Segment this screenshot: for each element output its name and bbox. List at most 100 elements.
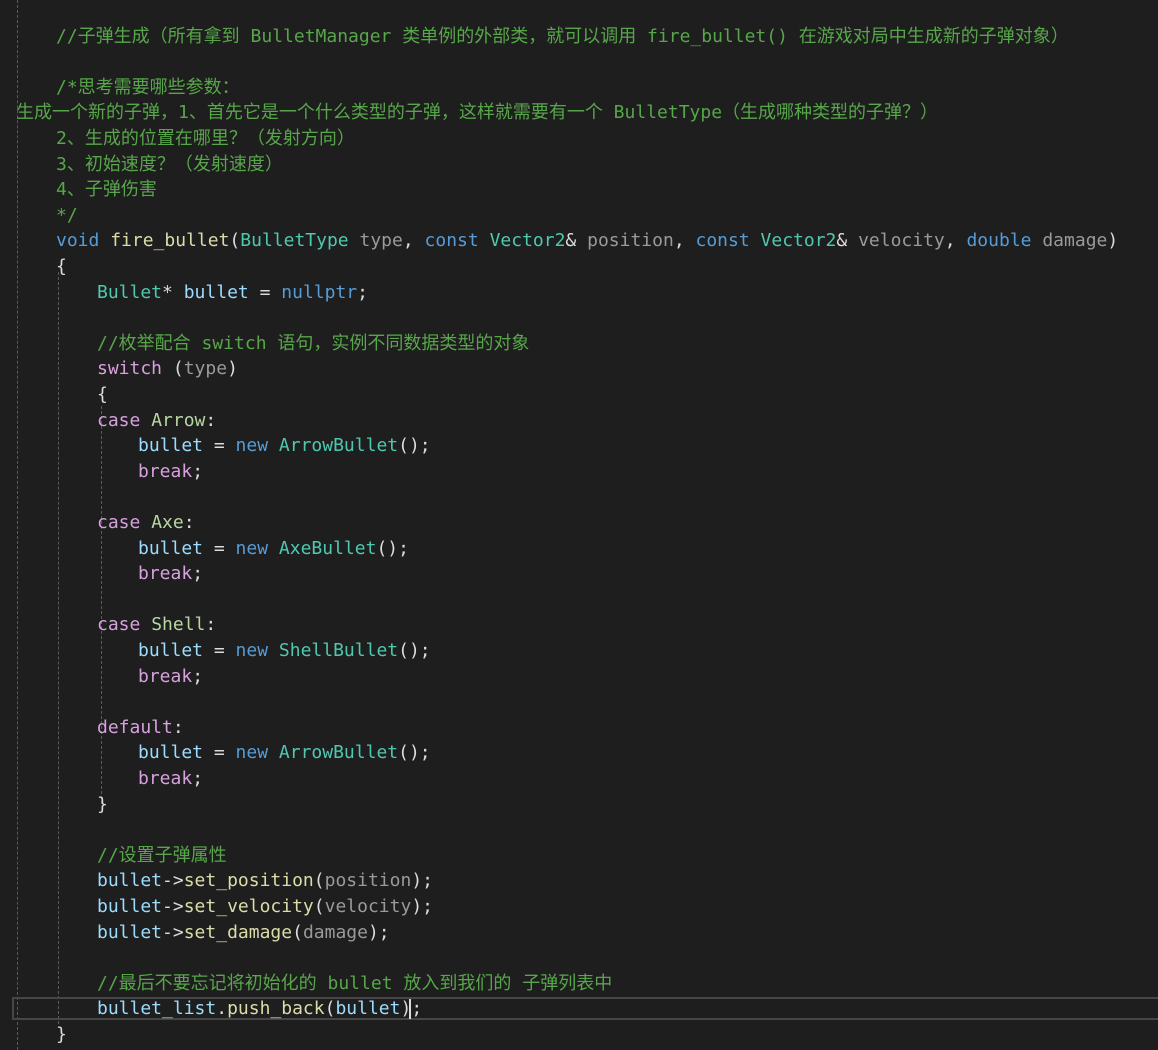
code-token: break <box>138 768 193 789</box>
code-line[interactable]: } <box>0 1022 67 1048</box>
code-token: ( <box>162 358 184 380</box>
code-token: bullet <box>138 435 204 457</box>
code-line[interactable]: //最后不要忘记将初始化的 bullet 放入到我们的 子弹列表中 <box>0 971 612 997</box>
code-token: : <box>172 716 184 738</box>
code-line[interactable]: } <box>0 792 108 818</box>
code-token: { <box>56 256 67 277</box>
code-token: : <box>205 614 217 636</box>
code-token: ( <box>292 921 303 943</box>
code-token: ); <box>367 921 390 943</box>
code-token: , <box>402 230 425 252</box>
code-line[interactable] <box>0 305 97 331</box>
code-token: set_velocity <box>183 896 314 917</box>
code-line[interactable]: bullet->set_velocity(velocity); <box>0 894 433 920</box>
code-editor[interactable]: //子弹生成（所有拿到 BulletManager 类单例的外部类，就可以调用 … <box>0 0 1158 1050</box>
code-line[interactable]: { <box>0 254 67 280</box>
code-line[interactable] <box>0 689 138 715</box>
code-token: switch <box>97 358 163 380</box>
code-token: const <box>424 230 479 252</box>
code-token: = <box>203 742 236 764</box>
code-token: Arrow <box>151 409 206 431</box>
code-token: type <box>359 230 403 252</box>
code-line[interactable]: bullet_list.push_back(bullet); <box>0 996 422 1022</box>
code-token: bullet <box>335 998 401 1020</box>
code-token: break <box>138 563 193 585</box>
text-cursor <box>409 999 411 1019</box>
code-token: */ <box>56 204 78 226</box>
code-line[interactable]: bullet->set_damage(damage); <box>0 920 390 946</box>
code-line[interactable]: //设置子弹属性 <box>0 843 227 869</box>
code-token: bullet <box>138 640 204 661</box>
code-token: //子弹生成（所有拿到 BulletManager 类单例的外部类，就可以调用 … <box>56 25 1069 47</box>
code-line[interactable]: bullet = new AxeBullet(); <box>0 536 409 562</box>
code-line[interactable]: default: <box>0 715 184 741</box>
code-line[interactable]: bullet->set_position(position); <box>0 868 433 894</box>
code-token: * <box>162 281 184 303</box>
code-token: ArrowBullet <box>278 435 399 457</box>
code-line[interactable]: switch (type) <box>0 356 238 382</box>
code-token: } <box>97 793 108 815</box>
code-token: bullet <box>138 537 204 559</box>
code-token: void <box>56 230 100 252</box>
code-token: push_back <box>227 998 325 1020</box>
code-line[interactable]: { <box>0 382 108 408</box>
code-line[interactable]: /*思考需要哪些参数： <box>0 75 240 101</box>
code-token: bullet <box>97 870 163 892</box>
code-line[interactable]: break; <box>0 561 203 587</box>
code-token: (); <box>398 640 431 661</box>
code-line[interactable] <box>0 945 97 971</box>
code-line[interactable]: break; <box>0 766 203 792</box>
code-line[interactable]: void fire_bullet(BulletType type, const … <box>0 228 1118 254</box>
code-line[interactable]: case Shell: <box>0 612 216 638</box>
code-line[interactable]: 3、初始速度？（发射速度） <box>0 152 283 178</box>
code-token: case <box>97 512 141 533</box>
code-line[interactable] <box>0 49 56 75</box>
code-token: bullet <box>183 281 249 303</box>
code-line[interactable]: Bullet* bullet = nullptr; <box>0 280 368 306</box>
code-line[interactable]: */ <box>0 203 78 229</box>
code-token: ) <box>227 358 238 380</box>
code-line[interactable]: 4、子弹伤害 <box>0 177 157 203</box>
code-line[interactable]: bullet = new ArrowBullet(); <box>0 433 431 459</box>
code-line[interactable] <box>0 484 138 510</box>
code-token: Bullet <box>97 281 163 303</box>
code-line[interactable]: bullet = new ShellBullet(); <box>0 638 431 664</box>
code-line[interactable]: //子弹生成（所有拿到 BulletManager 类单例的外部类，就可以调用 … <box>0 24 1069 50</box>
code-line[interactable]: bullet = new ArrowBullet(); <box>0 740 431 766</box>
code-token: { <box>97 384 108 405</box>
code-line[interactable] <box>0 817 97 843</box>
code-token: ); <box>411 870 433 892</box>
code-line[interactable]: //枚举配合 switch 语句，实例不同数据类型的对象 <box>0 331 529 357</box>
code-token: damage <box>302 921 368 943</box>
code-token: = <box>248 281 282 303</box>
code-token: 2、生成的位置在哪里？（发射方向） <box>56 128 355 149</box>
code-token: new <box>235 435 269 457</box>
code-token: //最后不要忘记将初始化的 bullet 放入到我们的 子弹列表中 <box>97 972 613 994</box>
code-token: bullet <box>97 896 163 917</box>
code-line[interactable]: break; <box>0 459 203 485</box>
code-token: } <box>56 1024 67 1045</box>
code-token: ( <box>313 870 325 892</box>
code-token: ; <box>192 563 204 585</box>
code-line[interactable]: case Axe: <box>0 510 195 536</box>
code-line[interactable] <box>0 587 138 613</box>
code-token: 3、初始速度？（发射速度） <box>56 153 283 175</box>
code-line[interactable]: break; <box>0 664 203 690</box>
code-token: new <box>235 742 269 764</box>
code-token: fire_bullet <box>110 230 230 252</box>
code-token: case <box>97 409 141 431</box>
code-token: = <box>203 435 236 457</box>
code-line[interactable]: case Arrow: <box>0 408 216 434</box>
code-line[interactable]: 生成一个新的子弹，1、首先它是一个什么类型的子弹，这样就需要有一个 Bullet… <box>0 100 938 126</box>
code-token: -> <box>162 921 184 943</box>
code-token: Axe <box>151 512 184 533</box>
code-token: , <box>673 230 696 252</box>
code-token: //枚举配合 switch 语句，实例不同数据类型的对象 <box>97 332 530 354</box>
code-token: set_position <box>183 870 314 892</box>
code-line[interactable]: 2、生成的位置在哪里？（发射方向） <box>0 126 355 152</box>
code-token: : <box>183 512 195 533</box>
